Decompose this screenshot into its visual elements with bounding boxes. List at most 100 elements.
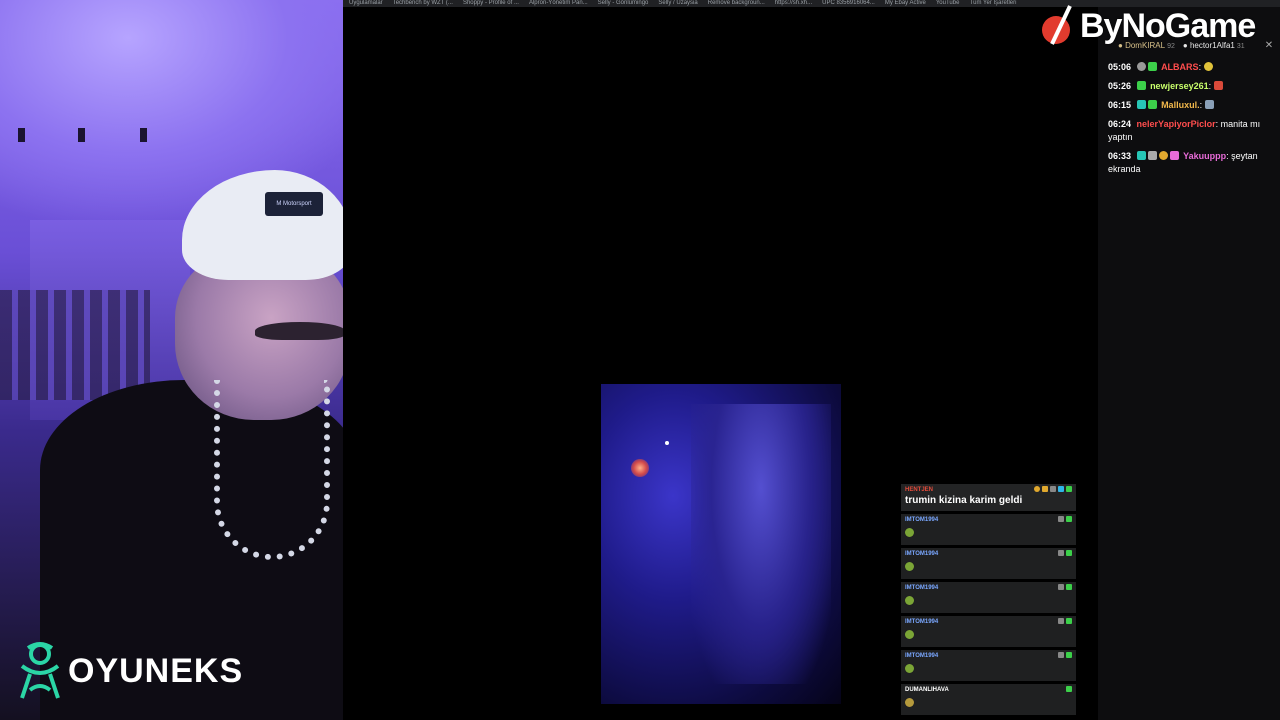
sword-badge-icon bbox=[1058, 550, 1064, 556]
sub-badge-icon bbox=[1058, 486, 1064, 492]
spot-lamp bbox=[18, 128, 25, 142]
oyuneks-logo-icon bbox=[20, 642, 60, 699]
sword-badge-icon bbox=[1058, 652, 1064, 658]
bookmark-item[interactable]: My Ebay Active bbox=[885, 0, 926, 7]
bookmark-item[interactable]: Shoppy - Profile of ... bbox=[463, 0, 519, 7]
bookmark-item[interactable]: Techbench by WZT (... bbox=[393, 0, 453, 7]
top-user[interactable]: ● hector1Alfa1 31 bbox=[1183, 41, 1245, 50]
streamer-chain bbox=[214, 380, 330, 560]
kick-badge-icon bbox=[1066, 686, 1072, 692]
sword-badge-icon bbox=[1058, 584, 1064, 590]
top-user-count: 31 bbox=[1236, 43, 1245, 50]
bookmark-item[interactable]: Tüm Yer İşaretleri bbox=[969, 0, 1016, 7]
shelf bbox=[0, 290, 150, 400]
chat-username[interactable]: nelerYapiyorPiclor bbox=[1137, 119, 1216, 129]
overlay-chat-user: IMTOM1994 bbox=[905, 517, 939, 523]
overlay-chat: HENTJEN trumin kizina karim geldi IMTOM1… bbox=[901, 484, 1076, 718]
chat-message: 05:06 ALBARS: bbox=[1108, 61, 1274, 74]
spot-lamp bbox=[78, 128, 85, 142]
sword-badge-icon bbox=[1050, 486, 1056, 492]
chat-time: 06:24 bbox=[1108, 119, 1132, 129]
sword-badge-icon bbox=[1058, 516, 1064, 522]
sword-logo-icon bbox=[1042, 5, 1072, 45]
overlay-chat-user: IMTOM1994 bbox=[905, 551, 939, 557]
chat-username[interactable]: ALBARS bbox=[1161, 62, 1199, 72]
sword-badge-icon bbox=[1058, 618, 1064, 624]
chat-time: 05:06 bbox=[1108, 62, 1132, 72]
emote-icon bbox=[1204, 100, 1214, 109]
emote-icon bbox=[1213, 81, 1223, 90]
emote-icon bbox=[905, 528, 914, 537]
emote-icon bbox=[905, 562, 914, 571]
sub-badge-icon bbox=[1136, 151, 1146, 160]
chat-message: 06:24 nelerYapiyorPiclor: manita mı yapt… bbox=[1108, 119, 1261, 142]
bookmark-item[interactable]: YouTube bbox=[936, 0, 960, 7]
top-user-name: DomKIRAL bbox=[1125, 41, 1166, 50]
bookmark-item[interactable]: Uygulamalar bbox=[349, 0, 383, 7]
overlay-chat-item: IMTOM1994 bbox=[901, 582, 1076, 616]
overlay-chat-item: HENTJEN trumin kizina karim geldi bbox=[901, 484, 1076, 514]
kick-badge-icon bbox=[1066, 652, 1072, 658]
bookmark-item[interactable]: Remove backgroun... bbox=[708, 0, 765, 7]
close-icon[interactable]: ✕ bbox=[1263, 40, 1275, 52]
bookmark-item[interactable]: Selly - Gönlümingo bbox=[598, 0, 649, 7]
badges bbox=[1034, 486, 1072, 492]
kick-badge-icon bbox=[1066, 618, 1072, 624]
chat-username[interactable]: Malluxul. bbox=[1161, 100, 1200, 110]
bookmark-item[interactable]: https://sh.xh... bbox=[775, 0, 812, 7]
overlay-chat-user: DUMANLIHAVA bbox=[905, 687, 949, 693]
kick-badge-icon bbox=[1066, 486, 1072, 492]
chat-time: 06:33 bbox=[1108, 151, 1132, 161]
chat-time: 05:26 bbox=[1108, 81, 1132, 91]
overlay-chat-item: IMTOM1994 bbox=[901, 616, 1076, 650]
webcam-feed: M Motorsport OYUNEKS bbox=[0, 0, 343, 720]
cap-logo: M Motorsport bbox=[265, 192, 323, 216]
bookmark-item[interactable]: Alpron-Yönetim Pan... bbox=[529, 0, 588, 7]
overlay-chat-item: DUMANLIHAVA bbox=[901, 684, 1076, 718]
emote-icon bbox=[905, 630, 914, 639]
kick-badge-icon bbox=[1066, 516, 1072, 522]
chat-time: 06:15 bbox=[1108, 100, 1132, 110]
brand-name: OYUNEKS bbox=[68, 651, 244, 690]
top-user-name: hector1Alfa1 bbox=[1189, 41, 1235, 50]
chat-username[interactable]: Yakuuppp bbox=[1183, 151, 1226, 161]
sponsor-name: ByNoGame bbox=[1080, 6, 1256, 45]
emote-icon bbox=[905, 664, 914, 673]
top-user[interactable]: ● DomKIRAL 92 bbox=[1118, 41, 1175, 50]
chat-messages: 05:06 ALBARS: 05:26 newjersey261: 06:15 … bbox=[1108, 61, 1274, 182]
kick-badge-icon bbox=[1066, 550, 1072, 556]
chat-username[interactable]: newjersey261 bbox=[1150, 81, 1209, 91]
coin-badge-icon bbox=[1158, 151, 1168, 160]
spot-lamp bbox=[140, 128, 147, 142]
kick-badge-icon bbox=[1136, 81, 1146, 90]
video-light bbox=[665, 441, 669, 445]
kick-badge-icon bbox=[1147, 100, 1157, 109]
chat-message: 06:33 Yakuuppp: şeytan ekranda bbox=[1108, 151, 1258, 174]
video-glow bbox=[631, 459, 649, 477]
sub-badge-icon bbox=[1136, 100, 1146, 109]
streamer-mustache bbox=[255, 322, 343, 340]
overlay-chat-user: IMTOM1994 bbox=[905, 619, 939, 625]
embedded-video[interactable] bbox=[601, 384, 841, 704]
emote-icon bbox=[1203, 62, 1213, 71]
overlay-chat-item: IMTOM1994 bbox=[901, 548, 1076, 582]
bookmark-item[interactable]: UPC 8356916064... bbox=[822, 0, 875, 7]
gift-badge-icon bbox=[1169, 151, 1179, 160]
video-figure bbox=[691, 404, 831, 684]
bookmark-item[interactable]: Selly / Üzaysia bbox=[658, 0, 697, 7]
emote-icon bbox=[905, 596, 914, 605]
top-user-count: 92 bbox=[1167, 43, 1175, 50]
kick-badge-icon bbox=[1147, 62, 1157, 71]
badge-icon bbox=[1136, 62, 1146, 71]
crown-badge-icon bbox=[1042, 486, 1048, 492]
chat-message: 06:15 Malluxul.: bbox=[1108, 99, 1274, 112]
badge-icon bbox=[1147, 151, 1157, 160]
overlay-chat-item: IMTOM1994 bbox=[901, 514, 1076, 548]
overlay-chat-user: IMTOM1994 bbox=[905, 653, 939, 659]
overlay-chat-message: trumin kizina karim geldi bbox=[905, 495, 1023, 506]
overlay-chat-item: IMTOM1994 bbox=[901, 650, 1076, 684]
chat-message: 05:26 newjersey261: bbox=[1108, 80, 1274, 93]
top-supporters: ● DomKIRAL 92 ● hector1Alfa1 31 bbox=[1118, 41, 1245, 50]
kick-badge-icon bbox=[1066, 584, 1072, 590]
emote-icon bbox=[905, 698, 914, 707]
